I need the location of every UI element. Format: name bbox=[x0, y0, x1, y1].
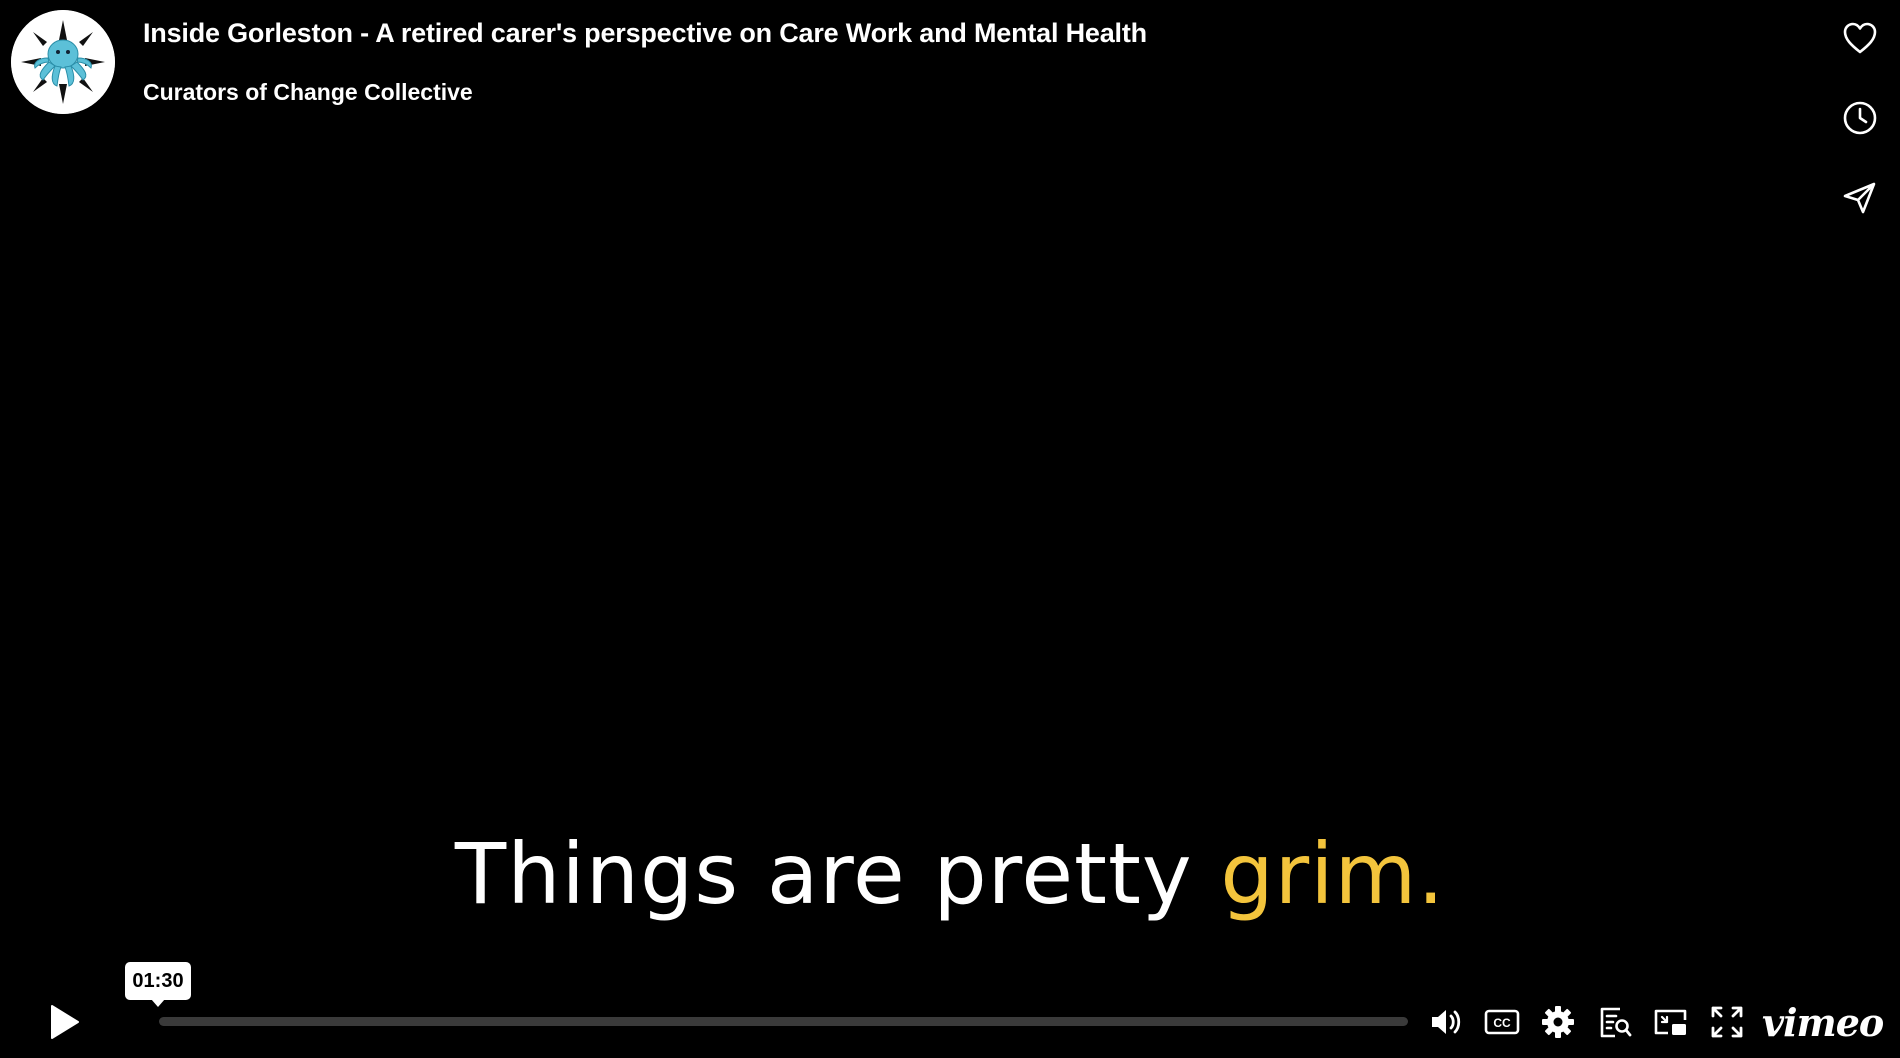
volume-button[interactable] bbox=[1423, 999, 1469, 1045]
closed-captions-icon: CC bbox=[1484, 1009, 1520, 1035]
volume-icon bbox=[1432, 1010, 1461, 1034]
like-button[interactable] bbox=[1834, 12, 1886, 64]
fullscreen-button[interactable] bbox=[1704, 999, 1750, 1045]
play-button[interactable] bbox=[40, 998, 88, 1046]
video-title[interactable]: Inside Gorleston - A retired carer's per… bbox=[143, 18, 1147, 49]
video-player[interactable]: Inside Gorleston - A retired carer's per… bbox=[0, 0, 1900, 1058]
picture-in-picture-button[interactable] bbox=[1648, 999, 1694, 1045]
send-icon bbox=[1843, 182, 1876, 214]
channel-name[interactable]: Curators of Change Collective bbox=[143, 79, 473, 106]
subtitle-highlight: grim. bbox=[1220, 825, 1446, 923]
settings-button[interactable] bbox=[1535, 999, 1581, 1045]
subtitle-caption: Things are pretty grim. bbox=[0, 825, 1900, 923]
progress-bar[interactable] bbox=[159, 1017, 1408, 1026]
fullscreen-icon bbox=[1711, 1006, 1743, 1038]
share-button[interactable] bbox=[1834, 172, 1886, 224]
channel-avatar[interactable] bbox=[11, 10, 115, 114]
vimeo-logo[interactable]: vimeo bbox=[1762, 1000, 1884, 1045]
clock-icon bbox=[1843, 101, 1877, 135]
gear-icon bbox=[1542, 1006, 1574, 1038]
picture-in-picture-icon bbox=[1654, 1009, 1687, 1035]
transcript-button[interactable] bbox=[1592, 999, 1638, 1045]
play-icon bbox=[51, 1005, 79, 1039]
octopus-logo-icon bbox=[11, 10, 115, 114]
transcript-search-icon bbox=[1600, 1007, 1632, 1038]
subtitle-text: Things are pretty bbox=[454, 825, 1221, 923]
watch-later-button[interactable] bbox=[1834, 92, 1886, 144]
svg-text:CC: CC bbox=[1493, 1016, 1511, 1030]
captions-button[interactable]: CC bbox=[1479, 999, 1525, 1045]
heart-icon bbox=[1843, 22, 1877, 54]
time-tooltip: 01:30 bbox=[125, 962, 191, 1007]
